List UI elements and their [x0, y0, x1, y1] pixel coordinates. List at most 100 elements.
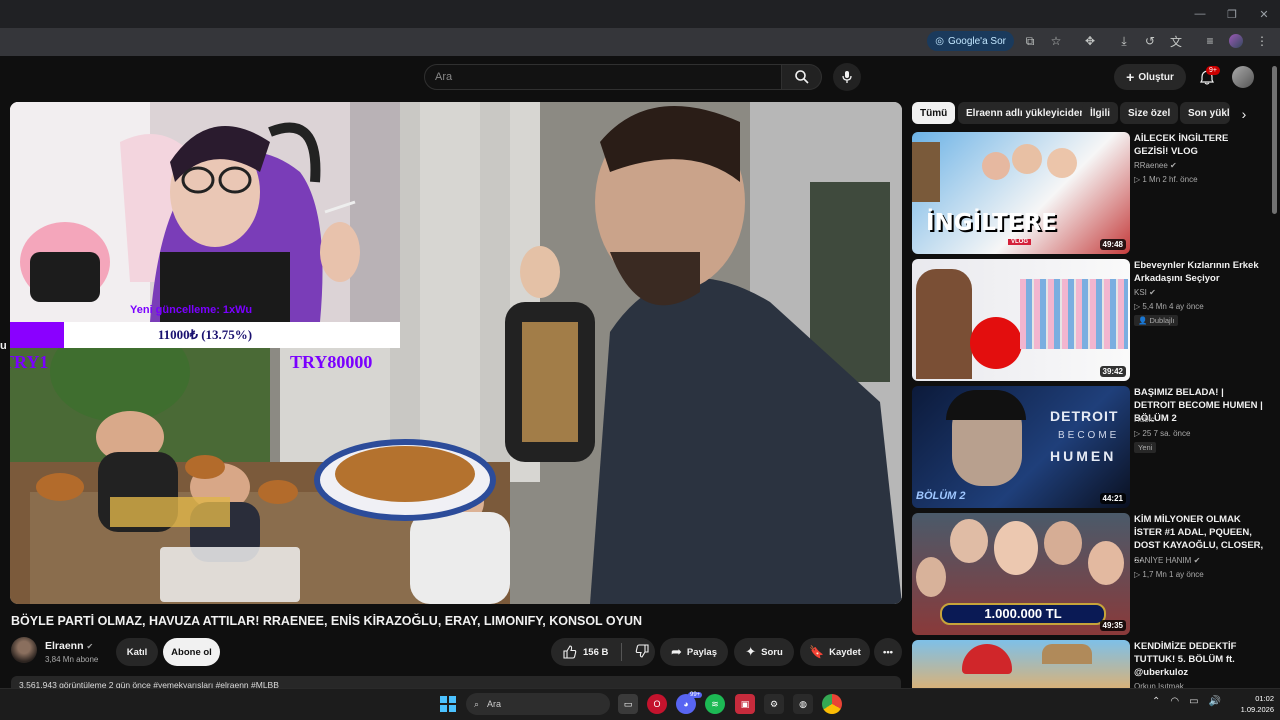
volume-icon[interactable]: 🔊: [1209, 696, 1221, 707]
wifi-icon[interactable]: ◠: [1170, 696, 1179, 707]
thumbs-down-icon: [636, 643, 649, 658]
scrollbar-thumb[interactable]: [1272, 66, 1277, 214]
verified-icon: ✔: [1170, 161, 1177, 170]
verified-icon: ✔: [86, 642, 94, 651]
minimize-button[interactable]: —: [1184, 0, 1216, 28]
extensions-icon[interactable]: ✥: [1080, 31, 1100, 51]
join-button[interactable]: Katıl: [116, 638, 158, 666]
chip-for-you[interactable]: Size özel: [1120, 102, 1179, 124]
maximize-button[interactable]: ❐: [1216, 0, 1248, 28]
start-button[interactable]: [440, 696, 456, 712]
channel-name[interactable]: Elraenn ✔: [45, 640, 93, 652]
video-thumbnail[interactable]: 1.000.000 TL 49:35: [912, 513, 1130, 635]
video-channel[interactable]: RRaenee ✔: [1134, 161, 1177, 170]
video-player[interactable]: Yeni güncelleme: 1xWu 11000₺ (13.75%) TR…: [10, 102, 902, 604]
chip-related[interactable]: İlgili: [1082, 102, 1118, 124]
obs-icon[interactable]: ◍: [793, 694, 813, 714]
windows-taskbar: [0, 688, 1280, 720]
sparkle-icon: ✦: [745, 644, 757, 659]
share-button[interactable]: ➦ Paylaş: [660, 638, 728, 666]
video-description[interactable]: 3.561.943 görüntüleme 2 gün önce #yemeky…: [11, 676, 901, 688]
search-icon: [794, 70, 809, 84]
duration-badge: 39:42: [1099, 366, 1126, 377]
thumbnail-episode-text: BÖLÜM 2: [916, 490, 966, 502]
video-channel[interactable]: Hübic: [1134, 415, 1154, 424]
chips-next-button[interactable]: ›: [1234, 104, 1254, 124]
tray-chevron-icon[interactable]: ⌃: [1152, 696, 1160, 707]
more-actions-button[interactable]: •••: [874, 638, 902, 666]
subscriber-count: 3,84 Mn abone: [45, 655, 99, 664]
like-divider: [621, 643, 623, 661]
video-channel[interactable]: SANİYE HANIM ✔: [1134, 556, 1200, 565]
lens-icon: ◎: [935, 35, 944, 47]
clock-date: 1.09.2026: [1240, 705, 1274, 714]
chip-all[interactable]: Tümü: [912, 102, 956, 124]
thumbnail-humen-word: HUMEN: [1050, 448, 1117, 464]
goal-min-label: TRY1: [10, 352, 49, 372]
video-title[interactable]: Ebeveynler Kızlarının Erkek Arkadaşını S…: [1134, 259, 1264, 285]
save-button[interactable]: 🔖 Kaydet: [800, 638, 870, 666]
video-meta: ▷ 25 7 sa. önce: [1134, 429, 1191, 438]
account-avatar[interactable]: [1232, 66, 1254, 88]
browser-titlebar: [0, 0, 1280, 28]
channel-avatar[interactable]: [11, 637, 37, 663]
taskbar-clock[interactable]: 01:02 1.09.2026: [1228, 693, 1274, 715]
search-icon: ⌕: [474, 698, 480, 709]
taskbar-search[interactable]: ⌕ Ara: [466, 693, 610, 715]
thumbnail-prize-text: 1.000.000 TL: [940, 603, 1106, 625]
create-button[interactable]: + Oluştur: [1114, 64, 1186, 90]
chevron-right-icon: ›: [1241, 106, 1247, 122]
reading-list-icon[interactable]: ≡: [1200, 31, 1220, 51]
settings-app-icon[interactable]: ⚙: [764, 694, 784, 714]
verified-icon: ✔: [1149, 288, 1156, 297]
download-icon[interactable]: ⤓: [1114, 31, 1134, 51]
search-button[interactable]: [782, 64, 822, 90]
subscribe-button[interactable]: Abone ol: [163, 638, 220, 666]
chip-recent[interactable]: Son yükl: [1180, 102, 1230, 124]
video-thumbnail[interactable]: [912, 640, 1130, 688]
bookmark-icon: 🔖: [809, 645, 825, 659]
browser-toolbar: ◎ Google'a Sor ⧉ ☆ ✥ ⤓ ↺ 文 ≡ ⋮: [927, 31, 1272, 51]
task-view-icon[interactable]: ▭: [618, 694, 638, 714]
video-meta: ▷ 1 Mn 2 hf. önce: [1134, 175, 1198, 184]
thumbnail-vlog-tag: VLOG: [1008, 239, 1032, 245]
star-icon[interactable]: ☆: [1046, 31, 1066, 51]
thumbnail-title-text: İNGİLTERE: [926, 210, 1057, 236]
video-thumbnail[interactable]: İNGİLTERE VLOG 49:48: [912, 132, 1130, 254]
chip-uploader[interactable]: Elraenn adlı yükleyiciden: [958, 102, 1094, 124]
voice-search-button[interactable]: [833, 63, 861, 91]
profile-icon[interactable]: [1226, 31, 1246, 51]
ask-button[interactable]: ✦ Soru: [734, 638, 794, 666]
video-title[interactable]: KENDİMİZE DEDEKTİF TUTTUK! 5. BÖLÜM ft. …: [1134, 640, 1264, 679]
side-letter: u: [0, 340, 7, 352]
history-icon[interactable]: ↺: [1140, 31, 1160, 51]
translate-icon[interactable]: 文: [1166, 31, 1186, 51]
dislike-button[interactable]: [635, 643, 649, 661]
install-icon[interactable]: ⧉: [1020, 31, 1040, 51]
like-count: 156 B: [583, 646, 609, 658]
app-red-icon[interactable]: ▣: [735, 694, 755, 714]
window-controls: — ❐ ✕: [1184, 0, 1280, 28]
google-ask-button[interactable]: ◎ Google'a Sor: [927, 31, 1014, 51]
video-channel[interactable]: KSI ✔: [1134, 288, 1156, 297]
clock-time: 01:02: [1255, 694, 1274, 703]
video-thumbnail[interactable]: DETROIT BECOME HUMEN BÖLÜM 2 44:21: [912, 386, 1130, 508]
video-thumbnail[interactable]: 39:42: [912, 259, 1130, 381]
donation-progress-bar: 11000₺ (13.75%): [10, 322, 400, 348]
menu-icon[interactable]: ⋮: [1252, 31, 1272, 51]
like-button[interactable]: 156 B: [563, 645, 608, 659]
google-ask-label: Google'a Sor: [947, 35, 1006, 47]
thumbs-up-icon: [563, 645, 577, 659]
discord-badge: 99+: [688, 692, 703, 698]
chrome-icon[interactable]: [822, 694, 842, 714]
opera-icon[interactable]: O: [647, 694, 667, 714]
like-dislike-group: 156 B: [551, 638, 655, 666]
close-button[interactable]: ✕: [1248, 0, 1280, 28]
video-title[interactable]: AİLECEK İNGİLTERE GEZİSİ! VLOG: [1134, 132, 1264, 158]
duration-badge: 49:35: [1099, 620, 1126, 631]
duration-badge: 49:48: [1099, 239, 1126, 250]
spotify-icon[interactable]: ≋: [705, 694, 725, 714]
search-input[interactable]: Ara: [424, 64, 782, 90]
dubbed-badge: 👤 Dublajlı: [1134, 315, 1179, 326]
monitor-icon[interactable]: ▭: [1189, 696, 1198, 707]
